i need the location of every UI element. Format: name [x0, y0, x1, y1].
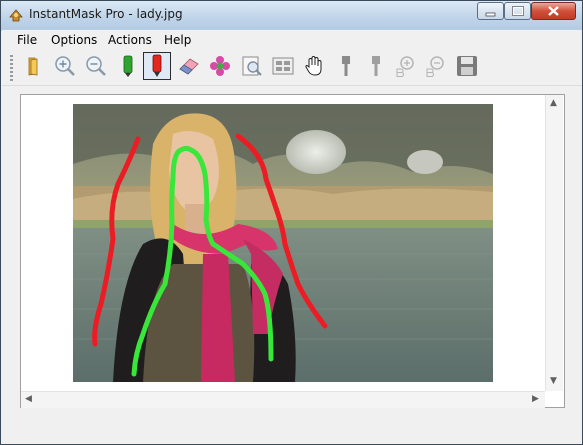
- brush-icon: [342, 56, 350, 76]
- close-button[interactable]: [531, 2, 576, 20]
- vertical-scrollbar[interactable]: ▲ ▼: [545, 95, 563, 391]
- zoom-in-icon: [55, 56, 75, 76]
- green-marker-icon: [123, 55, 133, 77]
- photo-lady[interactable]: [73, 104, 493, 382]
- scroll-left-icon[interactable]: ◀: [25, 394, 32, 404]
- close-icon: [548, 6, 559, 16]
- zoom-out-b-button[interactable]: [424, 54, 448, 78]
- hand-pan-button[interactable]: [302, 54, 326, 78]
- menu-bar: File Options Actions Help: [2, 30, 582, 50]
- window-title: InstantMask Pro - lady.jpg: [29, 7, 183, 21]
- preview-button[interactable]: [240, 54, 264, 78]
- grid-view-icon: [272, 57, 294, 75]
- brush-alt-icon: [372, 56, 380, 76]
- save-disk-button[interactable]: [455, 54, 479, 78]
- menu-file[interactable]: File: [17, 33, 37, 47]
- red-marker-icon: [152, 54, 162, 77]
- horizontal-scrollbar[interactable]: ◀ ▶: [21, 391, 545, 408]
- title-bar[interactable]: InstantMask Pro - lady.jpg: [1, 1, 582, 29]
- menu-options[interactable]: Options: [51, 33, 97, 47]
- menu-actions[interactable]: Actions: [108, 33, 152, 47]
- maximize-icon: [512, 6, 524, 16]
- preview-icon: [242, 56, 262, 76]
- minimize-icon: [485, 12, 496, 17]
- flower-icon: [210, 56, 230, 76]
- scroll-down-icon[interactable]: ▼: [550, 376, 557, 386]
- brush-alt-button[interactable]: [364, 54, 388, 78]
- scroll-up-icon[interactable]: ▲: [550, 98, 557, 108]
- open-folder-button[interactable]: [22, 54, 46, 78]
- zoom-out-icon: [86, 56, 106, 76]
- zoom-in-button[interactable]: [53, 54, 77, 78]
- grid-view-button[interactable]: [271, 54, 295, 78]
- eraser-icon: [179, 58, 199, 75]
- scroll-right-icon[interactable]: ▶: [532, 394, 539, 404]
- zoom-out-button[interactable]: [84, 54, 108, 78]
- zoom-in-b-icon: [396, 56, 414, 77]
- open-folder-icon: [28, 57, 38, 76]
- minimize-button[interactable]: [477, 2, 504, 20]
- red-marker-button[interactable]: [143, 52, 171, 80]
- toolbar-grip[interactable]: [10, 55, 13, 81]
- save-disk-icon: [457, 56, 477, 76]
- flower-button[interactable]: [208, 54, 232, 78]
- green-marker-button[interactable]: [116, 54, 140, 78]
- zoom-in-b-button[interactable]: [394, 54, 418, 78]
- zoom-out-b-icon: [426, 56, 444, 77]
- maximize-button[interactable]: [504, 2, 531, 20]
- lady-photo-image: [73, 104, 493, 382]
- app-window: InstantMask Pro - lady.jpg File Options …: [0, 0, 583, 445]
- eraser-button[interactable]: [177, 54, 201, 78]
- app-icon: [9, 9, 23, 22]
- menu-help[interactable]: Help: [164, 33, 191, 47]
- toolbar: [2, 51, 582, 86]
- hand-pan-icon: [305, 55, 322, 76]
- brush-button[interactable]: [334, 54, 358, 78]
